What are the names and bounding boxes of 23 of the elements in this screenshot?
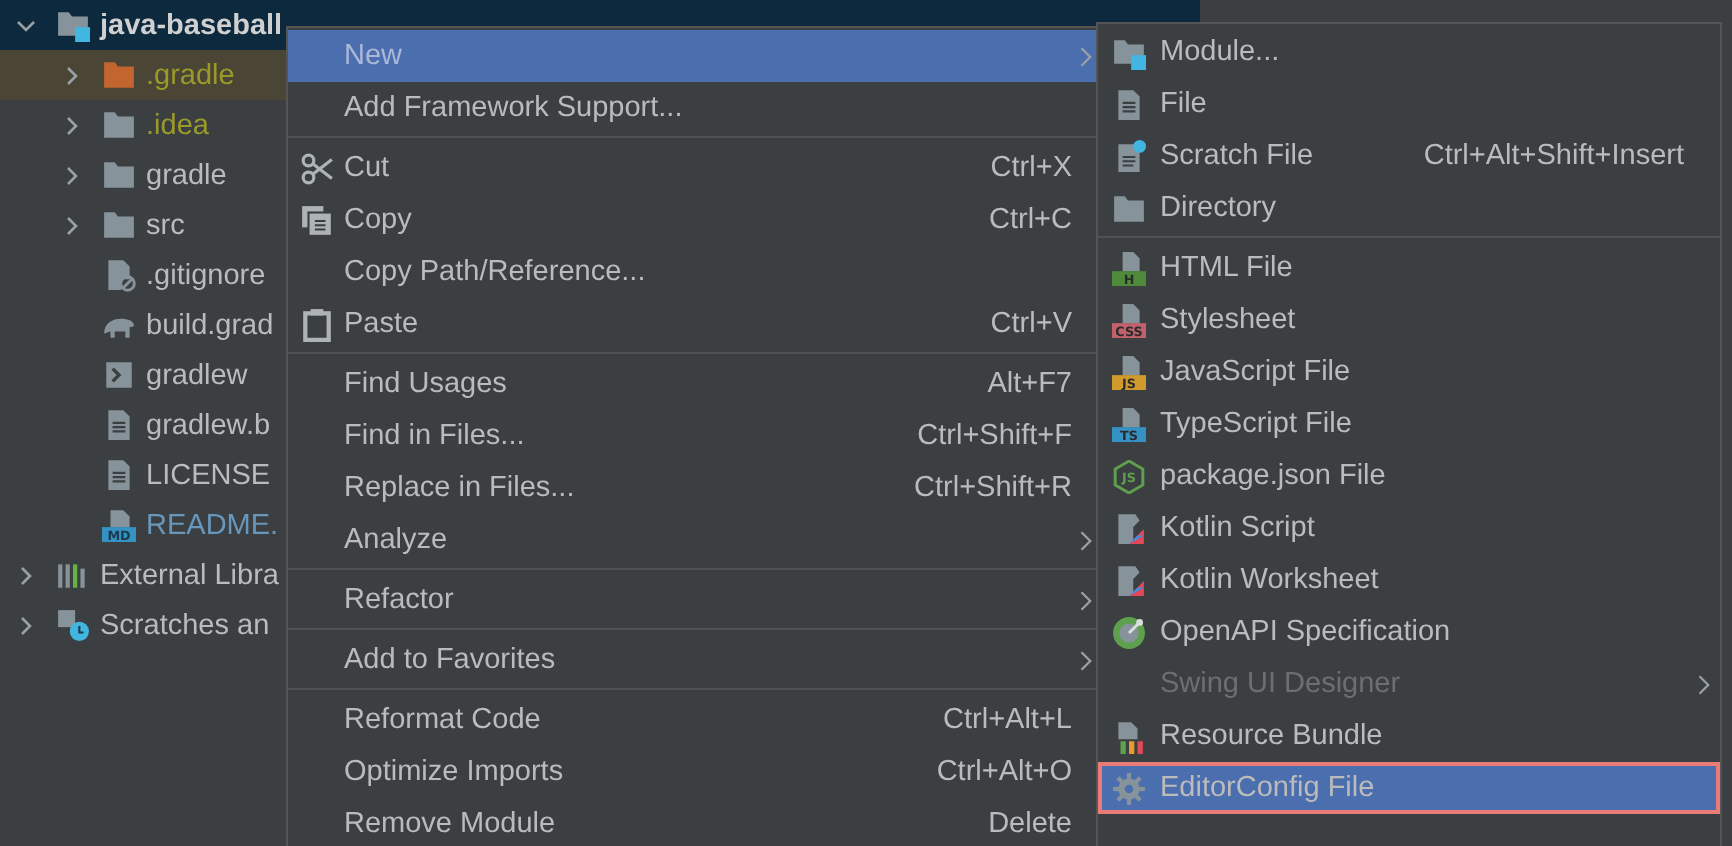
shortcut-label: Ctrl+Alt+O xyxy=(936,756,1072,788)
shortcut-label: Ctrl+Shift+R xyxy=(914,472,1072,504)
tree-item-label: gradle xyxy=(146,159,227,191)
shortcut-label: Ctrl+Alt+L xyxy=(943,704,1072,736)
shortcut-label: Ctrl+C xyxy=(989,204,1072,236)
shortcut-label: Ctrl+V xyxy=(990,308,1072,340)
tree-item-label: .gradle xyxy=(146,59,235,91)
tree-item-label: Scratches an xyxy=(100,609,270,641)
tree-item-label: gradlew xyxy=(146,359,248,391)
tree-item-label: LICENSE xyxy=(146,459,271,491)
tree-item-label: README. xyxy=(146,509,279,541)
tree-item-label: External Libra xyxy=(100,559,279,591)
shortcut-label: Ctrl+Shift+F xyxy=(917,420,1072,452)
shortcut-label: Ctrl+X xyxy=(990,152,1072,184)
tree-item-label: .gitignore xyxy=(146,259,266,291)
shortcut-label: Ctrl+Alt+Shift+Insert xyxy=(1423,140,1684,172)
shortcut-label: Delete xyxy=(988,808,1072,840)
tree-item-label: java-baseball xyxy=(100,9,283,41)
tree-item-label: gradlew.b xyxy=(146,409,271,441)
shortcut-label: Alt+F7 xyxy=(987,368,1072,400)
tree-item-label: build.grad xyxy=(146,309,274,341)
tree-item-label: src xyxy=(146,209,185,241)
tree-item-label: .idea xyxy=(146,109,209,141)
